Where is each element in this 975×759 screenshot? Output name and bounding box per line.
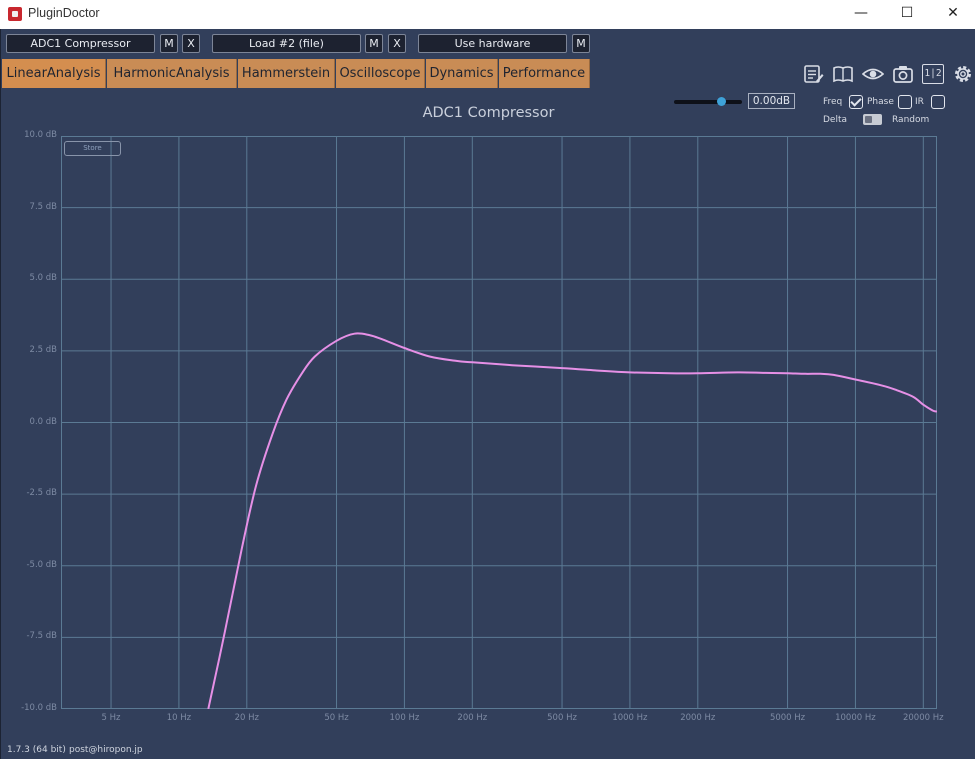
- plugin-remove-button[interactable]: X: [182, 34, 200, 53]
- tab-harmonic-analysis[interactable]: HarmonicAnalysis: [107, 59, 237, 88]
- plot-grid: [61, 136, 937, 709]
- delta-label: Delta: [823, 115, 848, 125]
- close-button[interactable]: ✕: [930, 0, 975, 29]
- contact-text: post@hiropon.jp: [69, 745, 143, 755]
- frequency-response-curve: [207, 332, 937, 709]
- y-tick-label: 2.5 dB: [29, 344, 57, 355]
- x-tick-label: 10 Hz: [166, 713, 192, 723]
- y-tick-label: -7.5 dB: [26, 631, 57, 642]
- phase-checkbox[interactable]: [898, 95, 912, 109]
- freq-checkbox[interactable]: [849, 95, 863, 109]
- y-tick-label: 10.0 dB: [24, 130, 57, 140]
- x-tick-label: 20 Hz: [234, 713, 259, 723]
- tab-linear-analysis[interactable]: LinearAnalysis: [2, 59, 106, 88]
- gear-icon[interactable]: [952, 64, 974, 84]
- minimize-button[interactable]: —: [838, 0, 884, 29]
- level-slider-thumb[interactable]: [717, 97, 726, 106]
- freq-label: Freq: [823, 97, 843, 107]
- x-tick-label: 1000 Hz: [612, 713, 648, 723]
- compare-icon[interactable]: 1|2: [922, 64, 944, 84]
- eye-icon[interactable]: [862, 64, 884, 84]
- plugindoctor-logo-icon: [8, 7, 22, 21]
- x-tick-label: 10000 Hz: [835, 713, 876, 723]
- y-tick-label: 5.0 dB: [29, 273, 57, 284]
- maximize-button[interactable]: ☐: [884, 0, 930, 29]
- random-label: Random: [892, 115, 930, 125]
- load-remove-button[interactable]: X: [388, 34, 406, 53]
- ir-label: IR: [915, 97, 924, 107]
- store-button[interactable]: Store: [64, 141, 121, 156]
- window-title: PluginDoctor: [28, 6, 100, 20]
- y-tick-label: 7.5 dB: [29, 201, 57, 212]
- use-hardware-button[interactable]: Use hardware: [418, 34, 567, 53]
- version-text: 1.7.3 (64 bit): [7, 745, 66, 755]
- phase-label: Phase: [867, 97, 894, 107]
- hardware-mute-button[interactable]: M: [572, 34, 590, 53]
- x-tick-label: 5 Hz: [101, 713, 121, 723]
- level-value-field[interactable]: 0.00dB: [748, 93, 795, 109]
- ir-checkbox[interactable]: [931, 95, 945, 109]
- x-tick-label: 100 Hz: [389, 713, 420, 723]
- delta-random-toggle[interactable]: [863, 114, 882, 125]
- book-icon[interactable]: [832, 64, 854, 84]
- y-tick-label: -2.5 dB: [26, 488, 57, 499]
- plugin-slot-button[interactable]: ADC1 Compressor: [6, 34, 155, 53]
- load-mute-button[interactable]: M: [365, 34, 383, 53]
- x-tick-label: 2000 Hz: [680, 713, 716, 723]
- title-bar: PluginDoctor — ☐ ✕: [0, 0, 975, 29]
- x-tick-label: 500 Hz: [547, 713, 577, 723]
- x-tick-label: 20000 Hz: [902, 713, 944, 723]
- x-tick-label: 200 Hz: [457, 713, 488, 723]
- tab-performance[interactable]: Performance: [499, 59, 590, 88]
- level-slider-track[interactable]: [674, 100, 742, 104]
- y-tick-label: -10.0 dB: [21, 703, 57, 713]
- x-tick-label: 5000 Hz: [769, 713, 806, 723]
- y-tick-label: 0.0 dB: [29, 416, 57, 427]
- app-area: ADC1 Compressor M X Load #2 (file) M X U…: [0, 29, 975, 759]
- y-tick-label: -5.0 dB: [26, 559, 57, 570]
- tab-hammerstein[interactable]: Hammerstein: [238, 59, 335, 88]
- load-slot-button[interactable]: Load #2 (file): [212, 34, 361, 53]
- tab-dynamics[interactable]: Dynamics: [426, 59, 498, 88]
- x-tick-label: 50 Hz: [324, 713, 349, 723]
- plugin-mute-button[interactable]: M: [160, 34, 178, 53]
- frequency-response-plot[interactable]: [61, 136, 937, 709]
- tab-oscilloscope[interactable]: Oscilloscope: [336, 59, 425, 88]
- camera-icon[interactable]: [892, 64, 914, 84]
- notes-icon[interactable]: [802, 64, 824, 84]
